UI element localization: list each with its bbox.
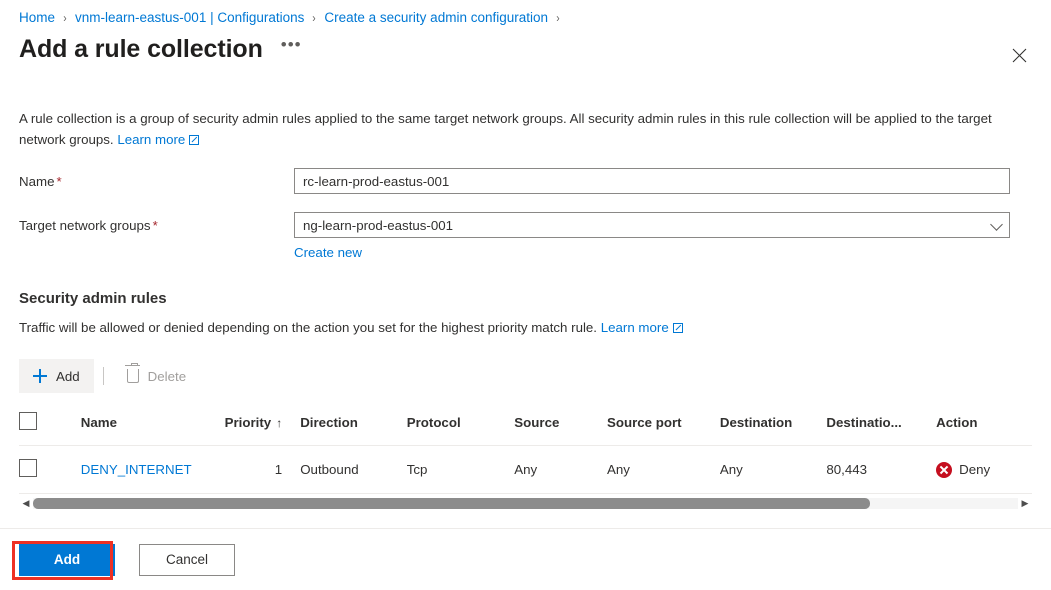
breadcrumb-item-home[interactable]: Home	[19, 10, 55, 25]
breadcrumb-separator-icon: ›	[63, 10, 67, 25]
rule-collection-description: A rule collection is a group of security…	[19, 108, 1031, 150]
name-label: Name *	[19, 168, 294, 189]
header-priority-label: Priority	[224, 415, 272, 430]
breadcrumb-separator-icon: ›	[556, 10, 560, 25]
security-admin-rules-heading: Security admin rules	[19, 290, 167, 307]
header-name[interactable]: Name	[80, 403, 220, 446]
external-link-icon	[189, 135, 200, 145]
delete-rule-label: Delete	[147, 368, 187, 384]
learn-more-label: Learn more	[117, 132, 186, 147]
breadcrumb-separator-icon: ›	[312, 10, 317, 25]
target-network-groups-label: Target network groups *	[19, 212, 294, 233]
select-all-checkbox[interactable]	[19, 412, 37, 430]
close-icon	[1012, 48, 1026, 62]
header-source[interactable]: Source	[514, 403, 607, 446]
cancel-button[interactable]: Cancel	[139, 543, 235, 576]
required-marker: *	[152, 218, 158, 233]
learn-more-link-description[interactable]: Learn more	[117, 132, 200, 147]
form-row-target-network-groups: Target network groups* Create new	[19, 212, 1032, 260]
footer-action-bar: Add Cancel	[0, 528, 1051, 590]
learn-more-label: Learn more	[600, 320, 669, 335]
table-header-row: Name Priority ↑ Direction Protocol Source…	[19, 403, 1032, 446]
cell-action: Deny	[936, 445, 1032, 494]
scroll-right-arrow-icon[interactable]: ▶	[1018, 496, 1032, 511]
page-title: Add a rule collection	[19, 34, 263, 63]
header-source-port[interactable]: Source port	[606, 403, 720, 446]
page-header: Add a rule collection •••	[0, 26, 1051, 68]
header-priority[interactable]: Priority ↑	[219, 403, 301, 446]
cell-name: DENY_INTERNET	[80, 445, 220, 494]
header-destination-port[interactable]: Destinatio...	[826, 403, 937, 446]
action-value: Deny	[936, 461, 1032, 478]
name-label-text: Name	[19, 174, 55, 189]
plus-icon	[33, 369, 47, 383]
scrollbar-thumb[interactable]	[33, 498, 871, 509]
breadcrumb: Home › vnm-learn-eastus-001 | Configurat…	[0, 0, 1051, 26]
external-link-icon	[672, 323, 683, 333]
target-network-groups-field-container: Create new	[294, 212, 1010, 260]
cell-destination-port: 80,443	[826, 445, 937, 494]
header-destination[interactable]: Destination	[719, 403, 827, 446]
required-marker: *	[56, 174, 62, 189]
cell-source-port: Any	[606, 445, 720, 494]
more-options-icon[interactable]: •••	[281, 36, 302, 58]
rules-table-head: Name Priority ↑ Direction Protocol Source…	[19, 403, 1032, 446]
add-rule-button[interactable]: Add	[19, 359, 94, 393]
security-admin-rules-description: Traffic will be allowed or denied depend…	[19, 320, 1032, 335]
scroll-left-arrow-icon[interactable]: ◀	[19, 496, 33, 511]
close-button[interactable]	[1004, 40, 1034, 70]
form-row-name: Name *	[19, 168, 1032, 194]
target-network-groups-dropdown[interactable]	[294, 212, 1010, 238]
breadcrumb-item-create-security-admin-configuration[interactable]: Create a security admin configuration	[324, 10, 548, 25]
add-rule-label: Add	[56, 368, 80, 384]
cell-source: Any	[514, 445, 607, 494]
rules-table-body: DENY_INTERNET 1 Outbound Tcp Any Any Any…	[19, 445, 1032, 494]
deny-icon	[936, 461, 953, 478]
cell-direction: Outbound	[300, 445, 407, 494]
target-network-groups-label-text: Target network groups	[19, 218, 151, 233]
row-checkbox[interactable]	[19, 459, 37, 477]
action-label: Deny	[959, 462, 991, 477]
name-input[interactable]	[294, 168, 1010, 194]
rules-table: Name Priority ↑ Direction Protocol Source…	[19, 403, 1032, 494]
header-action[interactable]: Action	[936, 403, 1032, 446]
security-admin-rules-description-text: Traffic will be allowed or denied depend…	[19, 320, 598, 335]
cell-protocol: Tcp	[406, 445, 515, 494]
rule-name-link[interactable]: DENY_INTERNET	[81, 462, 192, 477]
breadcrumb-item-configurations[interactable]: vnm-learn-eastus-001 | Configurations	[75, 10, 304, 25]
sort-ascending-icon: ↑	[276, 416, 283, 430]
cell-destination: Any	[719, 445, 827, 494]
target-network-groups-input[interactable]	[294, 212, 1010, 238]
row-select-cell	[19, 445, 81, 494]
toolbar-divider	[102, 367, 104, 385]
scrollbar-track[interactable]	[33, 498, 1018, 509]
main-content: A rule collection is a group of security…	[0, 108, 1051, 511]
header-protocol[interactable]: Protocol	[406, 403, 515, 446]
create-new-link[interactable]: Create new	[294, 245, 362, 260]
cell-priority: 1	[219, 445, 301, 494]
header-direction[interactable]: Direction	[300, 403, 407, 446]
add-button[interactable]: Add	[19, 543, 115, 576]
delete-rule-button[interactable]: Delete	[113, 359, 200, 393]
table-horizontal-scrollbar[interactable]: ◀ ▶	[19, 496, 1032, 511]
table-row[interactable]: DENY_INTERNET 1 Outbound Tcp Any Any Any…	[19, 445, 1032, 494]
trash-icon	[125, 362, 141, 383]
rules-toolbar: Add Delete	[19, 359, 1032, 393]
header-select-all	[19, 403, 81, 446]
rules-table-container: Name Priority ↑ Direction Protocol Source…	[19, 403, 1032, 511]
name-field-container	[294, 168, 1010, 194]
learn-more-link-rules[interactable]: Learn more	[601, 320, 683, 335]
